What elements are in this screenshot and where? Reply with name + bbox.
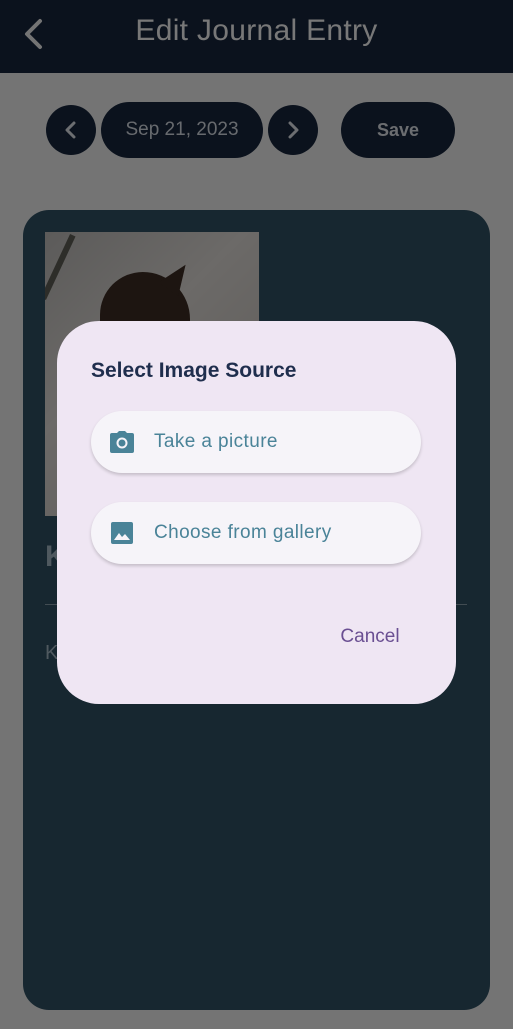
camera-icon — [110, 431, 134, 453]
take-picture-option[interactable]: Take a picture — [91, 411, 421, 473]
option-label: Choose from gallery — [154, 522, 332, 543]
edit-journal-screen: Edit Journal Entry Sep 21, 2023 Save K K… — [0, 0, 513, 1029]
cancel-button[interactable]: Cancel — [330, 621, 410, 653]
image-icon — [111, 522, 133, 544]
dialog-title: Select Image Source — [91, 359, 297, 382]
select-image-source-dialog: Select Image Source Take a picture Choos… — [57, 321, 456, 704]
option-label: Take a picture — [154, 431, 278, 452]
choose-from-gallery-option[interactable]: Choose from gallery — [91, 502, 421, 564]
